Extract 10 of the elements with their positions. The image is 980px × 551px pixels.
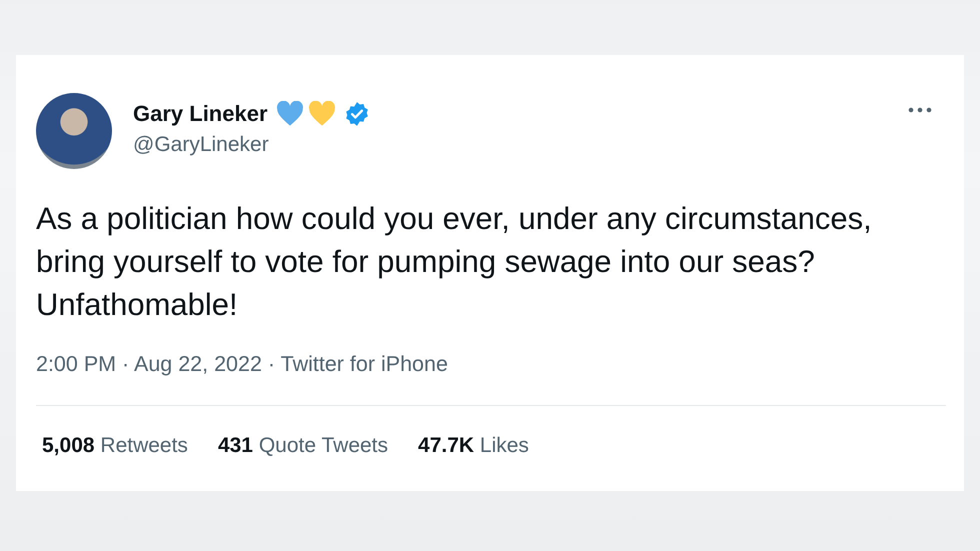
author-handle[interactable]: @GaryLineker — [133, 133, 908, 157]
engagement-count-link[interactable]: 431 Quote Tweets — [218, 434, 388, 458]
engagement-count-link[interactable]: 47.7K Likes — [418, 434, 529, 458]
more-options-icon[interactable] — [908, 107, 932, 113]
heart-icon — [276, 101, 304, 127]
engagement-count-link[interactable]: 5,008 Retweets — [42, 434, 188, 458]
tweet-text: As a politician how could you ever, under any circumstances, bring yourself to vote for pumping sewage into our seas? Unfathomable! — [36, 200, 873, 324]
author-name[interactable]: Gary Lineker — [133, 101, 268, 127]
heart-icon — [308, 101, 336, 127]
tweet-timestamp[interactable]: 2:00 PM · Aug 22, 2022 · Twitter for iPhone — [36, 352, 946, 377]
